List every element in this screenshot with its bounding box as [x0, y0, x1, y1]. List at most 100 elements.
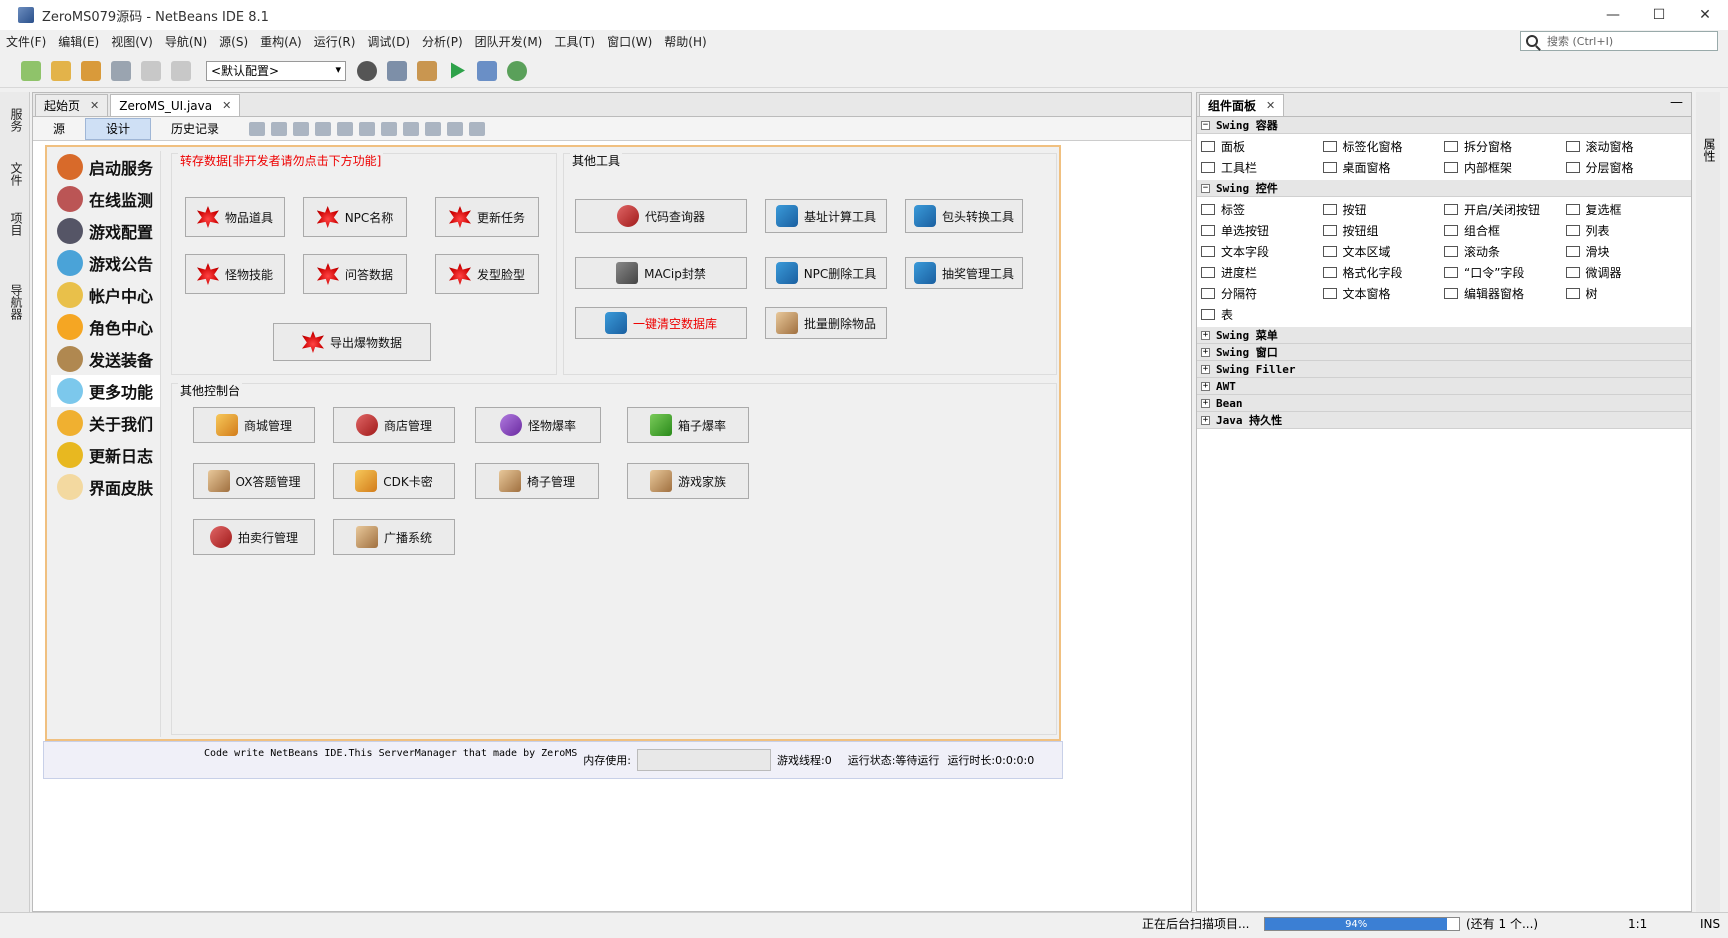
new-project-button[interactable]	[48, 58, 74, 84]
sidebar-item-online-monitor[interactable]: 在线监测	[51, 183, 160, 215]
minimize-panel-icon[interactable]: —	[1670, 95, 1683, 110]
npc-name-button[interactable]: NPC名称	[303, 197, 407, 237]
palette-item[interactable]: 标签	[1201, 199, 1323, 220]
config-select[interactable]: <默认配置>	[206, 60, 346, 81]
menu-profile[interactable]: 分析(P)	[416, 33, 469, 50]
palette-item[interactable]: 拆分窗格	[1444, 136, 1566, 157]
palette-item[interactable]: 工具栏	[1201, 157, 1323, 178]
new-file-button[interactable]	[18, 58, 44, 84]
palette-item[interactable]: 按钮	[1322, 199, 1445, 220]
header-convert-button[interactable]: 包头转换工具	[905, 199, 1023, 233]
palette-item[interactable]: 分隔符	[1201, 283, 1323, 304]
tab-zeroms-ui-java[interactable]: ZeroMS_UI.java ✕	[110, 94, 241, 116]
monster-drop-rate-button[interactable]: 怪物爆率	[475, 407, 601, 443]
address-calc-button[interactable]: 基址计算工具	[765, 199, 887, 233]
sidebar-item-start-service[interactable]: 启动服务	[51, 151, 160, 183]
palette-item[interactable]: 滚动窗格	[1565, 136, 1688, 157]
update-quest-button[interactable]: 更新任务	[435, 197, 539, 237]
connection-mode-icon[interactable]	[271, 121, 288, 136]
close-button[interactable]: ✕	[1682, 0, 1728, 30]
palette-item[interactable]: 滑块	[1565, 241, 1688, 262]
palette-item[interactable]: 列表	[1565, 220, 1688, 241]
tab-palette[interactable]: 组件面板 ✕	[1199, 94, 1285, 116]
center-horizontal-icon[interactable]	[359, 121, 376, 136]
palette-item[interactable]: 按钮组	[1322, 220, 1445, 241]
palette-item[interactable]: 微调器	[1565, 262, 1688, 283]
palette-item[interactable]: 文本字段	[1201, 241, 1323, 262]
resize-vertical-icon[interactable]	[469, 121, 486, 136]
projects-tab[interactable]: 项目	[8, 212, 25, 236]
batch-delete-items-button[interactable]: 批量删除物品	[765, 307, 887, 339]
expand-icon[interactable]: +	[1201, 398, 1210, 408]
close-tab-icon[interactable]: ✕	[222, 99, 231, 112]
quiz-data-button[interactable]: 问答数据	[303, 254, 407, 294]
broadcast-system-button[interactable]: 广播系统	[333, 519, 455, 555]
menu-edit[interactable]: 编辑(E)	[52, 33, 105, 50]
auction-manage-button[interactable]: 拍卖行管理	[193, 519, 315, 555]
menu-file[interactable]: 文件(F)	[0, 33, 52, 50]
hair-face-button[interactable]: 发型脸型	[435, 254, 539, 294]
palette-item[interactable]: 桌面窗格	[1322, 157, 1445, 178]
resize-horizontal-icon[interactable]	[447, 121, 464, 136]
menu-debug[interactable]: 调试(D)	[361, 33, 416, 50]
search-input[interactable]: 搜索 (Ctrl+I)	[1520, 31, 1718, 51]
files-tab[interactable]: 文件	[8, 162, 25, 186]
palette-category[interactable]: + AWT	[1197, 378, 1691, 395]
palette-item[interactable]: 进度栏	[1201, 262, 1323, 283]
navigator-tab[interactable]: 导航器	[8, 284, 25, 320]
open-project-button[interactable]	[78, 58, 104, 84]
undo-button[interactable]	[138, 58, 164, 84]
lottery-manage-button[interactable]: 抽奖管理工具	[905, 257, 1023, 289]
align-top-icon[interactable]	[381, 121, 398, 136]
cdk-card-button[interactable]: CDK卡密	[333, 463, 455, 499]
game-family-button[interactable]: 游戏家族	[627, 463, 749, 499]
align-right-icon[interactable]	[337, 121, 354, 136]
expand-icon[interactable]: +	[1201, 381, 1210, 391]
palette-item[interactable]: 文本窗格	[1322, 283, 1445, 304]
clean-build-button[interactable]	[414, 58, 440, 84]
palette-item[interactable]: 面板	[1201, 136, 1323, 157]
globe-button[interactable]	[354, 58, 380, 84]
design-form[interactable]: 启动服务 在线监测 游戏配置 游戏公告 帐户中心 角色中心 发送装备 更多功能 …	[45, 145, 1061, 741]
services-tab[interactable]: 服务	[8, 108, 25, 132]
debug-button[interactable]	[474, 58, 500, 84]
shop-manage-button[interactable]: 商店管理	[333, 407, 455, 443]
tab-design[interactable]: 设计	[85, 117, 152, 140]
sidebar-item-game-config[interactable]: 游戏配置	[51, 215, 160, 247]
preview-design-icon[interactable]	[293, 121, 310, 136]
tab-source[interactable]: 源	[33, 118, 85, 140]
align-left-icon[interactable]	[315, 121, 332, 136]
palette-item[interactable]: “口令”字段	[1444, 262, 1566, 283]
palette-category[interactable]: + Swing 窗口	[1197, 344, 1691, 361]
maximize-button[interactable]: ☐	[1636, 0, 1682, 30]
palette-item[interactable]: 复选框	[1565, 199, 1688, 220]
palette-item[interactable]: 单选按钮	[1201, 220, 1323, 241]
export-drops-button[interactable]: 导出爆物数据	[273, 323, 431, 361]
selection-mode-icon[interactable]	[249, 121, 266, 136]
expand-icon[interactable]: +	[1201, 364, 1210, 374]
expand-icon[interactable]: +	[1201, 415, 1210, 425]
expand-icon[interactable]: +	[1201, 347, 1210, 357]
run-button[interactable]	[444, 58, 470, 84]
sidebar-item-send-equipment[interactable]: 发送装备	[51, 343, 160, 375]
npc-delete-button[interactable]: NPC删除工具	[765, 257, 887, 289]
collapse-icon[interactable]: −	[1201, 183, 1210, 193]
minimize-button[interactable]: —	[1590, 0, 1636, 30]
ox-quiz-manage-button[interactable]: OX答题管理	[193, 463, 315, 499]
chair-manage-button[interactable]: 椅子管理	[475, 463, 599, 499]
palette-item[interactable]: 文本区域	[1322, 241, 1445, 262]
palette-item[interactable]: 内部框架	[1444, 157, 1566, 178]
palette-item[interactable]: 组合框	[1444, 220, 1566, 241]
sidebar-item-about-us[interactable]: 关于我们	[51, 407, 160, 439]
sidebar-item-changelog[interactable]: 更新日志	[51, 439, 160, 471]
menu-help[interactable]: 帮助(H)	[658, 33, 712, 50]
sidebar-item-character-center[interactable]: 角色中心	[51, 311, 160, 343]
save-all-button[interactable]	[108, 58, 134, 84]
sidebar-item-skin[interactable]: 界面皮肤	[51, 471, 160, 503]
palette-item[interactable]: 开启/关闭按钮	[1444, 199, 1566, 220]
mall-manage-button[interactable]: 商城管理	[193, 407, 315, 443]
palette-category[interactable]: + Bean	[1197, 395, 1691, 412]
palette-category[interactable]: − Swing 容器	[1197, 117, 1691, 134]
code-query-button[interactable]: 代码查询器	[575, 199, 747, 233]
palette-item[interactable]: 标签化窗格	[1322, 136, 1445, 157]
